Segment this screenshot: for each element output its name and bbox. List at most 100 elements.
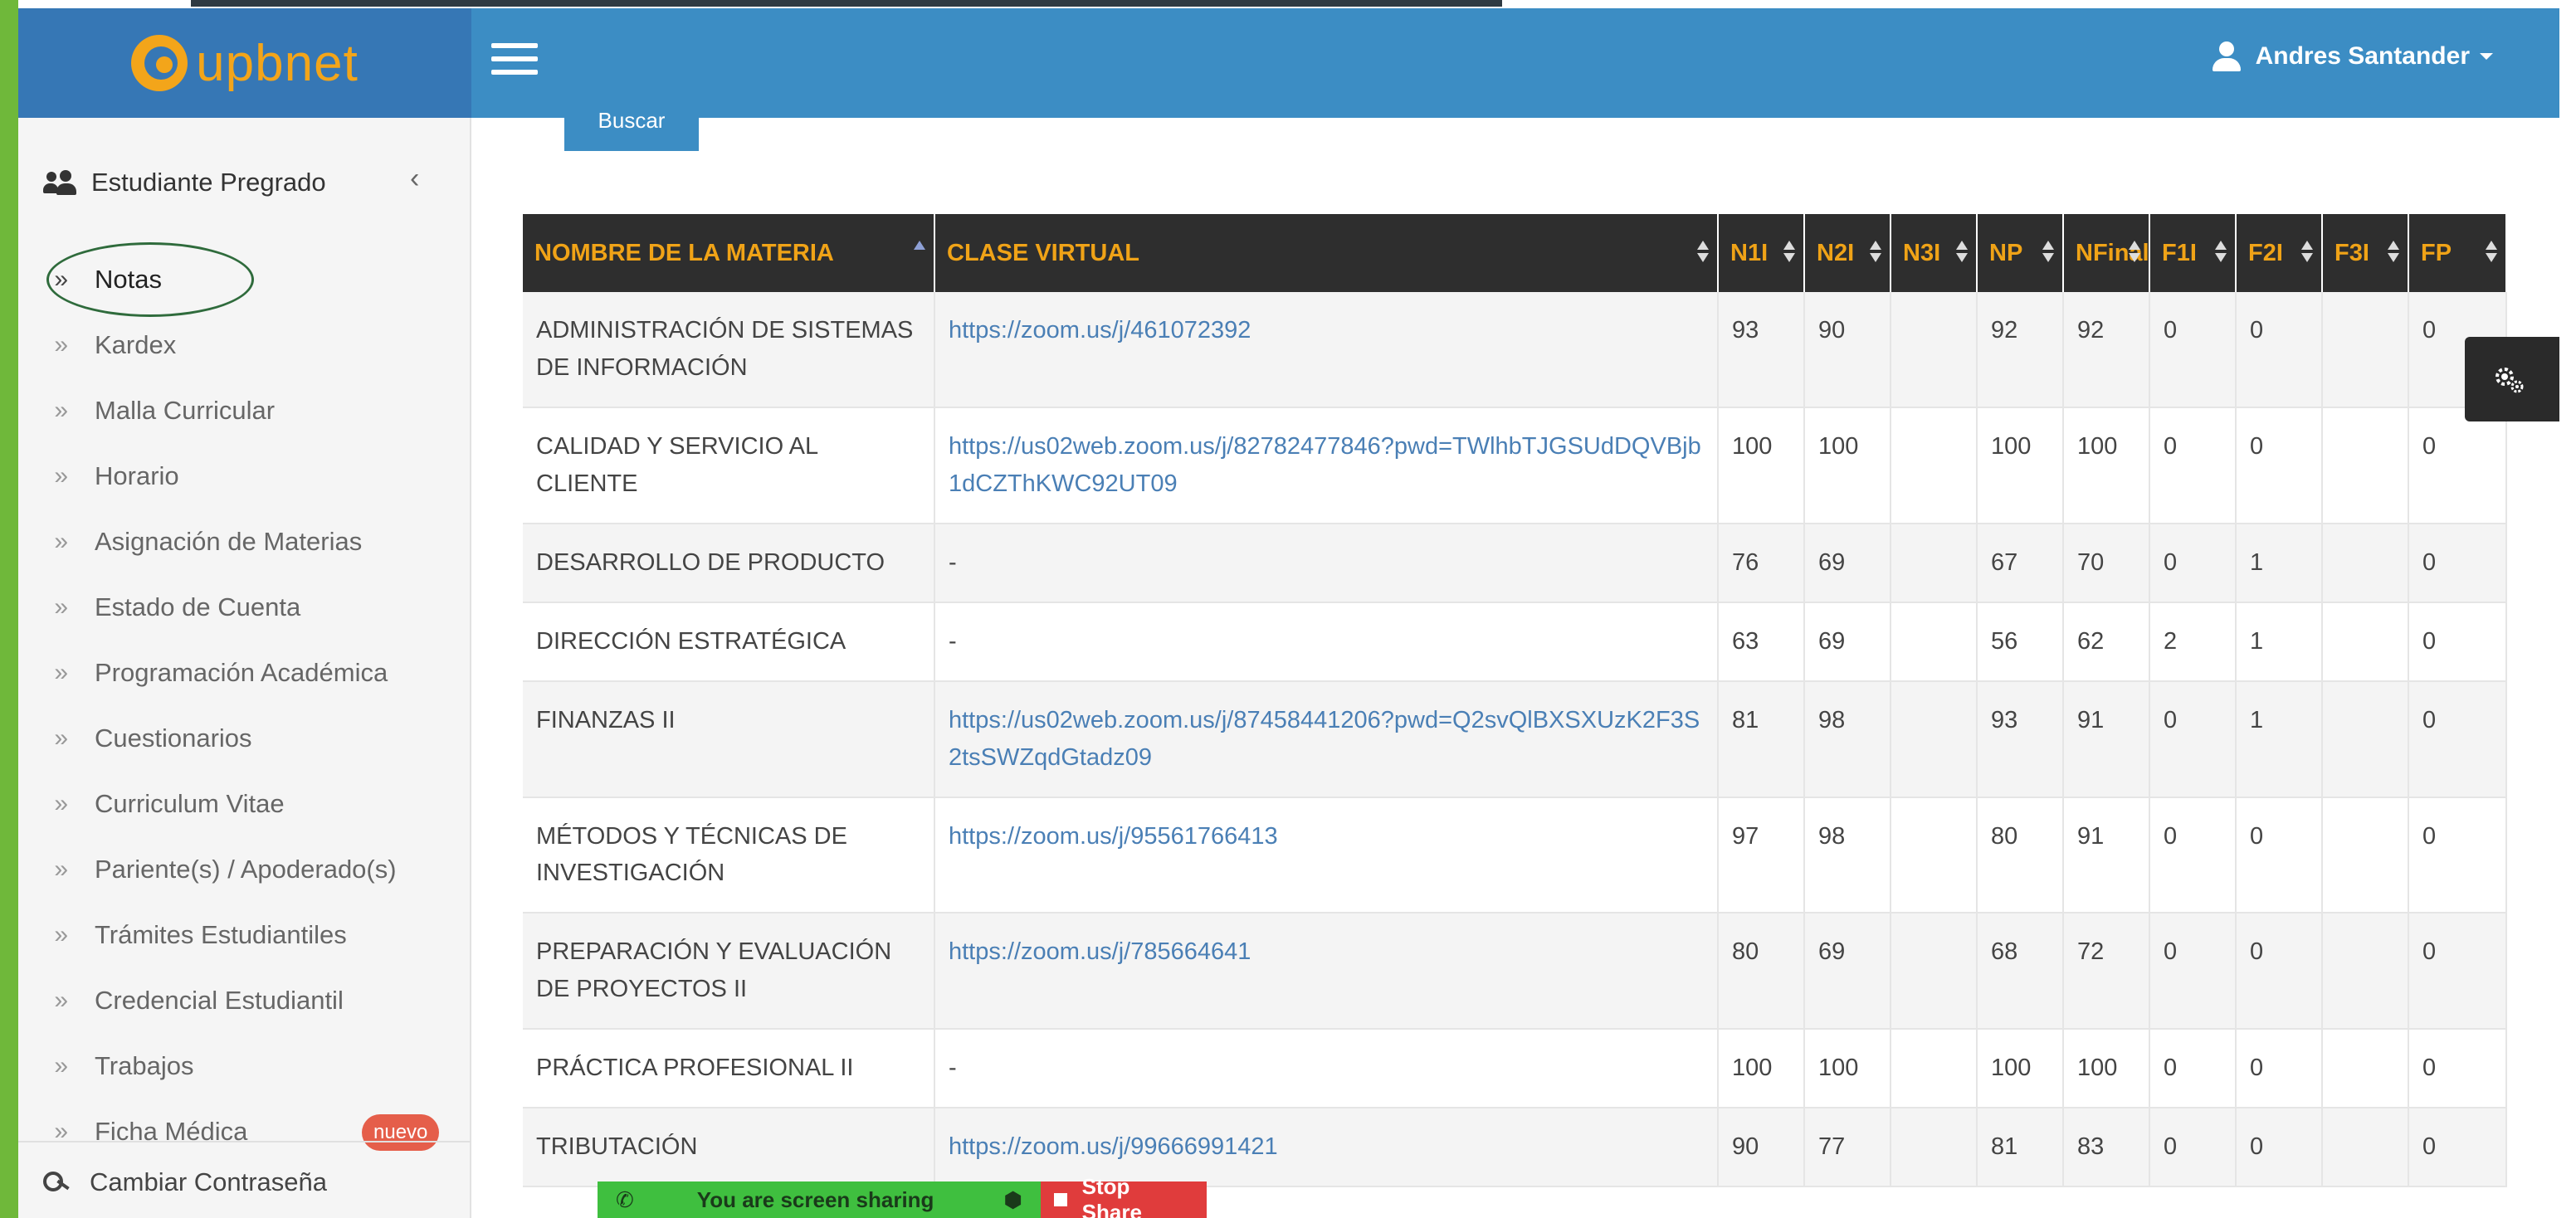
cell-n2: 69 — [1804, 523, 1891, 603]
sidebar-item-12[interactable]: » Trabajos — [18, 1034, 471, 1099]
sidebar-item-4[interactable]: » Asignación de Materias — [18, 509, 471, 574]
column-header-9[interactable]: F3I — [2322, 214, 2409, 292]
cell-f3 — [2322, 797, 2409, 914]
cell-f2: 0 — [2236, 913, 2323, 1030]
brand-logo[interactable]: upbnet — [18, 8, 471, 118]
sidebar-item-label: Pariente(s) / Apoderado(s) — [95, 855, 397, 884]
sidebar-item-11[interactable]: » Credencial Estudiantil — [18, 968, 471, 1033]
screen-share-status: ✆ You are screen sharing ⬢ — [598, 1181, 1041, 1218]
column-header-0[interactable]: NOMBRE DE LA MATERIA — [523, 214, 935, 292]
cell-np: 68 — [1977, 913, 2064, 1030]
sidebar-item-1[interactable]: » Kardex — [18, 313, 471, 378]
new-badge: nuevo — [362, 1114, 440, 1151]
double-chevron-icon: » — [54, 987, 68, 1014]
settings-widget[interactable] — [2465, 337, 2559, 421]
cell-materia: FINANZAS II — [523, 680, 935, 798]
cell-f2: 1 — [2236, 602, 2323, 682]
cell-materia: PREPARACIÓN Y EVALUACIÓN DE PROYECTOS II — [523, 913, 935, 1030]
sidebar-item-2[interactable]: » Malla Curricular — [18, 378, 471, 443]
sidebar-item-label: Programación Académica — [95, 658, 388, 687]
column-header-6[interactable]: NFinal — [2063, 214, 2150, 292]
cell-np: 81 — [1977, 1108, 2064, 1188]
users-icon — [43, 170, 76, 195]
stop-icon — [1054, 1193, 1067, 1206]
virtual-class-link[interactable]: https://zoom.us/j/99666991421 — [934, 1108, 1719, 1188]
cell-materia: PRÁCTICA PROFESIONAL II — [523, 1029, 935, 1109]
virtual-class-link[interactable]: https://zoom.us/j/785664641 — [934, 913, 1719, 1030]
column-header-label: NP — [1989, 239, 2023, 266]
cell-nfinal: 91 — [2063, 680, 2150, 798]
sidebar-item-5[interactable]: » Estado de Cuenta — [18, 575, 471, 640]
change-password-link[interactable]: Cambiar Contraseña — [43, 1167, 327, 1197]
hamburger-icon[interactable] — [491, 43, 538, 80]
cell-f3 — [2322, 1029, 2409, 1109]
cell-n2: 77 — [1804, 1108, 1891, 1188]
sidebar-item-8[interactable]: » Curriculum Vitae — [18, 772, 471, 836]
cell-n1: 63 — [1718, 602, 1805, 682]
cell-materia: CALIDAD Y SERVICIO AL CLIENTE — [523, 407, 935, 524]
sidebar-item-0[interactable]: » Notas — [18, 247, 471, 312]
column-header-7[interactable]: F1I — [2149, 214, 2237, 292]
column-header-label: F3I — [2334, 239, 2369, 266]
column-header-1[interactable]: CLASE VIRTUAL — [934, 214, 1719, 292]
sidebar-item-label: Notas — [95, 265, 162, 294]
column-header-3[interactable]: N2I — [1804, 214, 1891, 292]
virtual-class-link[interactable]: https://us02web.zoom.us/j/87458441206?pw… — [934, 680, 1719, 798]
sort-icon — [914, 241, 925, 266]
column-header-label: N2I — [1817, 239, 1855, 266]
virtual-class-link[interactable]: https://zoom.us/j/95561766413 — [934, 797, 1719, 914]
cell-n3 — [1891, 680, 1978, 798]
sidebar-item-13[interactable]: » Ficha Médica nuevo — [18, 1099, 471, 1164]
double-chevron-icon: » — [54, 1052, 68, 1079]
search-button[interactable]: Buscar — [564, 108, 699, 151]
cell-f2: 0 — [2236, 292, 2323, 408]
cell-n2: 69 — [1804, 602, 1891, 682]
virtual-class-link[interactable]: https://us02web.zoom.us/j/82782477846?pw… — [934, 407, 1719, 524]
sidebar-item-label: Cuestionarios — [95, 723, 252, 753]
logo-mark-icon — [131, 35, 188, 91]
user-menu[interactable]: Andres Santander — [2212, 41, 2493, 71]
sidebar-section-header[interactable]: Estudiante Pregrado — [43, 168, 326, 197]
cell-n3 — [1891, 913, 1978, 1030]
sidebar-item-9[interactable]: » Pariente(s) / Apoderado(s) — [18, 837, 471, 902]
sidebar-item-label: Curriculum Vitae — [95, 789, 285, 818]
cell-nfinal: 72 — [2063, 913, 2150, 1030]
double-chevron-icon: » — [54, 921, 68, 948]
sidebar-item-6[interactable]: » Programación Académica — [18, 641, 471, 705]
column-header-4[interactable]: N3I — [1891, 214, 1978, 292]
column-header-2[interactable]: N1I — [1718, 214, 1805, 292]
cell-n3 — [1891, 292, 1978, 408]
double-chevron-icon: » — [54, 593, 68, 621]
sidebar-item-label: Credencial Estudiantil — [95, 986, 344, 1015]
table-row: FINANZAS II https://us02web.zoom.us/j/874… — [523, 680, 2507, 798]
column-header-5[interactable]: NP — [1977, 214, 2064, 292]
column-header-10[interactable]: FP — [2408, 214, 2507, 292]
sidebar-item-10[interactable]: » Trámites Estudiantiles — [18, 903, 471, 967]
sidebar-item-7[interactable]: » Cuestionarios — [18, 706, 471, 771]
virtual-class-cell: - — [934, 523, 1719, 603]
cell-f2: 0 — [2236, 1029, 2323, 1109]
cell-n3 — [1891, 797, 1978, 914]
cell-f3 — [2322, 523, 2409, 603]
cell-fp: 0 — [2408, 1108, 2507, 1188]
sort-icon — [2042, 241, 2054, 266]
collapse-chevron-icon[interactable]: ‹ — [410, 163, 419, 195]
cell-np: 92 — [1977, 292, 2064, 408]
sidebar-section-title: Estudiante Pregrado — [91, 168, 326, 197]
cell-materia: DESARROLLO DE PRODUCTO — [523, 523, 935, 603]
table-row: CALIDAD Y SERVICIO AL CLIENTE https://us0… — [523, 407, 2507, 524]
column-header-label: FP — [2421, 239, 2452, 266]
grades-table: NOMBRE DE LA MATERIA CLASE VIRTUAL N1I N2I N… — [523, 214, 2507, 1188]
cell-f1: 0 — [2149, 407, 2237, 524]
virtual-class-link[interactable]: https://zoom.us/j/461072392 — [934, 292, 1719, 408]
cell-nfinal: 91 — [2063, 797, 2150, 914]
cell-nfinal: 92 — [2063, 292, 2150, 408]
sidebar-item-label: Estado de Cuenta — [95, 592, 301, 621]
stop-share-button[interactable]: Stop Share — [1041, 1174, 1207, 1218]
cell-n1: 81 — [1718, 680, 1805, 798]
cell-fp: 0 — [2408, 797, 2507, 914]
column-header-8[interactable]: F2I — [2236, 214, 2323, 292]
sidebar-item-3[interactable]: » Horario — [18, 444, 471, 509]
cell-f2: 0 — [2236, 797, 2323, 914]
user-name: Andres Santander — [2255, 42, 2470, 70]
